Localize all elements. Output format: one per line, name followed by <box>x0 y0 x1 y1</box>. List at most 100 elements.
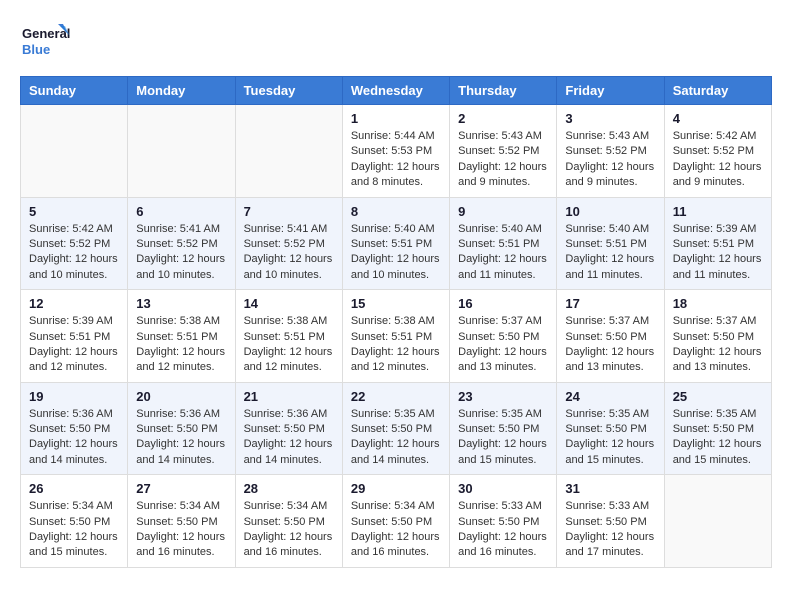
cell-info: Sunrise: 5:38 AMSunset: 5:51 PMDaylight:… <box>351 314 441 376</box>
day-number: 13 <box>136 296 226 311</box>
weekday-header-thursday: Thursday <box>450 77 557 105</box>
day-number: 1 <box>351 111 441 126</box>
cell-info: Sunrise: 5:44 AMSunset: 5:53 PMDaylight:… <box>351 129 441 191</box>
day-number: 21 <box>244 389 334 404</box>
weekday-header-wednesday: Wednesday <box>342 77 449 105</box>
calendar-cell <box>21 105 128 198</box>
week-row-2: 5 Sunrise: 5:42 AMSunset: 5:52 PMDaylight… <box>21 197 772 290</box>
day-number: 24 <box>565 389 655 404</box>
day-number: 6 <box>136 204 226 219</box>
cell-info: Sunrise: 5:40 AMSunset: 5:51 PMDaylight:… <box>458 222 548 284</box>
calendar-cell: 6 Sunrise: 5:41 AMSunset: 5:52 PMDaylight… <box>128 197 235 290</box>
cell-info: Sunrise: 5:41 AMSunset: 5:52 PMDaylight:… <box>244 222 334 284</box>
calendar-cell <box>664 475 771 568</box>
day-number: 7 <box>244 204 334 219</box>
weekday-header-sunday: Sunday <box>21 77 128 105</box>
calendar-cell <box>128 105 235 198</box>
day-number: 4 <box>673 111 763 126</box>
day-number: 15 <box>351 296 441 311</box>
svg-text:Blue: Blue <box>22 42 50 57</box>
calendar-cell: 16 Sunrise: 5:37 AMSunset: 5:50 PMDayligh… <box>450 290 557 383</box>
cell-info: Sunrise: 5:34 AMSunset: 5:50 PMDaylight:… <box>244 499 334 561</box>
calendar-cell: 5 Sunrise: 5:42 AMSunset: 5:52 PMDaylight… <box>21 197 128 290</box>
calendar-cell: 24 Sunrise: 5:35 AMSunset: 5:50 PMDayligh… <box>557 382 664 475</box>
weekday-header-friday: Friday <box>557 77 664 105</box>
cell-info: Sunrise: 5:40 AMSunset: 5:51 PMDaylight:… <box>565 222 655 284</box>
day-number: 27 <box>136 481 226 496</box>
day-number: 18 <box>673 296 763 311</box>
cell-info: Sunrise: 5:39 AMSunset: 5:51 PMDaylight:… <box>673 222 763 284</box>
day-number: 20 <box>136 389 226 404</box>
cell-info: Sunrise: 5:34 AMSunset: 5:50 PMDaylight:… <box>29 499 119 561</box>
calendar-cell: 18 Sunrise: 5:37 AMSunset: 5:50 PMDayligh… <box>664 290 771 383</box>
calendar-cell: 15 Sunrise: 5:38 AMSunset: 5:51 PMDayligh… <box>342 290 449 383</box>
cell-info: Sunrise: 5:36 AMSunset: 5:50 PMDaylight:… <box>244 407 334 469</box>
weekday-header-row: SundayMondayTuesdayWednesdayThursdayFrid… <box>21 77 772 105</box>
day-number: 25 <box>673 389 763 404</box>
calendar-cell: 8 Sunrise: 5:40 AMSunset: 5:51 PMDaylight… <box>342 197 449 290</box>
cell-info: Sunrise: 5:40 AMSunset: 5:51 PMDaylight:… <box>351 222 441 284</box>
day-number: 9 <box>458 204 548 219</box>
day-number: 8 <box>351 204 441 219</box>
cell-info: Sunrise: 5:35 AMSunset: 5:50 PMDaylight:… <box>351 407 441 469</box>
day-number: 31 <box>565 481 655 496</box>
calendar-cell: 10 Sunrise: 5:40 AMSunset: 5:51 PMDayligh… <box>557 197 664 290</box>
day-number: 10 <box>565 204 655 219</box>
page-header: General Blue <box>20 20 772 60</box>
cell-info: Sunrise: 5:37 AMSunset: 5:50 PMDaylight:… <box>458 314 548 376</box>
cell-info: Sunrise: 5:37 AMSunset: 5:50 PMDaylight:… <box>673 314 763 376</box>
day-number: 11 <box>673 204 763 219</box>
day-number: 16 <box>458 296 548 311</box>
weekday-header-saturday: Saturday <box>664 77 771 105</box>
calendar-cell: 21 Sunrise: 5:36 AMSunset: 5:50 PMDayligh… <box>235 382 342 475</box>
calendar-cell: 11 Sunrise: 5:39 AMSunset: 5:51 PMDayligh… <box>664 197 771 290</box>
week-row-5: 26 Sunrise: 5:34 AMSunset: 5:50 PMDayligh… <box>21 475 772 568</box>
day-number: 28 <box>244 481 334 496</box>
day-number: 22 <box>351 389 441 404</box>
calendar-cell: 26 Sunrise: 5:34 AMSunset: 5:50 PMDayligh… <box>21 475 128 568</box>
day-number: 30 <box>458 481 548 496</box>
calendar-cell: 30 Sunrise: 5:33 AMSunset: 5:50 PMDayligh… <box>450 475 557 568</box>
calendar-cell: 31 Sunrise: 5:33 AMSunset: 5:50 PMDayligh… <box>557 475 664 568</box>
calendar-cell: 2Sunrise: 5:43 AMSunset: 5:52 PMDaylight… <box>450 105 557 198</box>
day-number: 23 <box>458 389 548 404</box>
cell-info: Sunrise: 5:42 AMSunset: 5:52 PMDaylight:… <box>673 129 763 191</box>
calendar-cell: 4 Sunrise: 5:42 AMSunset: 5:52 PMDaylight… <box>664 105 771 198</box>
calendar-cell: 29 Sunrise: 5:34 AMSunset: 5:50 PMDayligh… <box>342 475 449 568</box>
day-number: 19 <box>29 389 119 404</box>
logo: General Blue <box>20 20 70 60</box>
calendar-cell: 14 Sunrise: 5:38 AMSunset: 5:51 PMDayligh… <box>235 290 342 383</box>
day-number: 14 <box>244 296 334 311</box>
day-number: 26 <box>29 481 119 496</box>
cell-info: Sunrise: 5:36 AMSunset: 5:50 PMDaylight:… <box>136 407 226 469</box>
calendar-cell: 9 Sunrise: 5:40 AMSunset: 5:51 PMDaylight… <box>450 197 557 290</box>
cell-info: Sunrise: 5:36 AMSunset: 5:50 PMDaylight:… <box>29 407 119 469</box>
calendar-cell: 12Sunrise: 5:39 AMSunset: 5:51 PMDayligh… <box>21 290 128 383</box>
calendar-cell: 27 Sunrise: 5:34 AMSunset: 5:50 PMDayligh… <box>128 475 235 568</box>
calendar-cell: 13Sunrise: 5:38 AMSunset: 5:51 PMDayligh… <box>128 290 235 383</box>
calendar-cell: 3Sunrise: 5:43 AMSunset: 5:52 PMDaylight… <box>557 105 664 198</box>
cell-info: Sunrise: 5:41 AMSunset: 5:52 PMDaylight:… <box>136 222 226 284</box>
logo-svg: General Blue <box>20 20 70 60</box>
day-number: 2 <box>458 111 548 126</box>
cell-info: Sunrise: 5:42 AMSunset: 5:52 PMDaylight:… <box>29 222 119 284</box>
cell-info: Sunrise: 5:33 AMSunset: 5:50 PMDaylight:… <box>565 499 655 561</box>
cell-info: Sunrise: 5:43 AMSunset: 5:52 PMDaylight:… <box>565 129 655 191</box>
cell-info: Sunrise: 5:39 AMSunset: 5:51 PMDaylight:… <box>29 314 119 376</box>
day-number: 5 <box>29 204 119 219</box>
calendar-cell: 23Sunrise: 5:35 AMSunset: 5:50 PMDayligh… <box>450 382 557 475</box>
cell-info: Sunrise: 5:35 AMSunset: 5:50 PMDaylight:… <box>565 407 655 469</box>
day-number: 29 <box>351 481 441 496</box>
calendar-cell: 19 Sunrise: 5:36 AMSunset: 5:50 PMDayligh… <box>21 382 128 475</box>
cell-info: Sunrise: 5:34 AMSunset: 5:50 PMDaylight:… <box>136 499 226 561</box>
calendar-cell: 1 Sunrise: 5:44 AMSunset: 5:53 PMDaylight… <box>342 105 449 198</box>
calendar-cell: 20 Sunrise: 5:36 AMSunset: 5:50 PMDayligh… <box>128 382 235 475</box>
cell-info: Sunrise: 5:33 AMSunset: 5:50 PMDaylight:… <box>458 499 548 561</box>
calendar-cell: 22 Sunrise: 5:35 AMSunset: 5:50 PMDayligh… <box>342 382 449 475</box>
calendar-cell: 7 Sunrise: 5:41 AMSunset: 5:52 PMDaylight… <box>235 197 342 290</box>
calendar-cell: 17Sunrise: 5:37 AMSunset: 5:50 PMDayligh… <box>557 290 664 383</box>
cell-info: Sunrise: 5:34 AMSunset: 5:50 PMDaylight:… <box>351 499 441 561</box>
weekday-header-tuesday: Tuesday <box>235 77 342 105</box>
cell-info: Sunrise: 5:38 AMSunset: 5:51 PMDaylight:… <box>244 314 334 376</box>
day-number: 17 <box>565 296 655 311</box>
